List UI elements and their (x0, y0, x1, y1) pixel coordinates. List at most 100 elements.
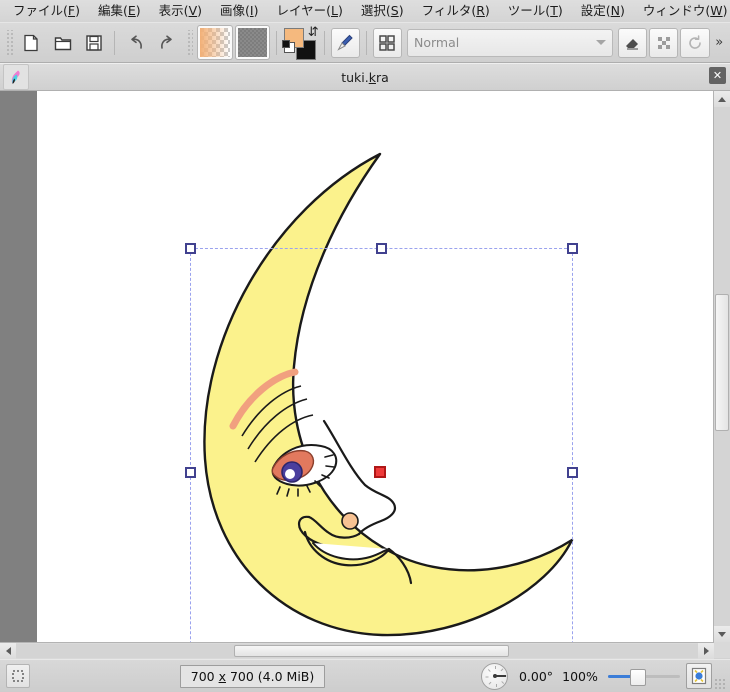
menu-select[interactable]: 選択(S) (352, 1, 413, 22)
scroll-left-button[interactable] (0, 643, 16, 659)
brush-preset-button[interactable] (330, 27, 360, 58)
toolbar-separator-1 (114, 30, 116, 55)
zoom-slider-knob[interactable] (630, 669, 646, 686)
gradient-swatch-button[interactable] (197, 25, 233, 60)
scrollbar-corner (714, 642, 730, 658)
swap-colors-icon[interactable]: ⇵ (308, 26, 319, 39)
menu-bar: ファイル(F) 編集(E) 表示(V) 画像(I) レイヤー(L) 選択(S) … (0, 0, 730, 22)
dial-tick-135 (500, 680, 504, 684)
save-floppy-icon (86, 34, 102, 51)
dial-tick-315 (487, 668, 491, 672)
blending-mode-value: Normal (413, 35, 460, 50)
canvas-horizontal-scrollbar[interactable] (0, 642, 714, 659)
selection-mask-icon (12, 670, 24, 682)
brush-editor-button[interactable] (372, 27, 402, 58)
transform-handle-middle-right[interactable] (567, 467, 578, 478)
toolbar-grip[interactable] (5, 29, 13, 56)
open-folder-icon (54, 36, 71, 50)
transform-pivot-handle[interactable] (374, 466, 386, 478)
toolbar-overflow-button[interactable]: » (711, 35, 728, 50)
menu-file-accel: F (67, 2, 76, 18)
zoom-value-label[interactable]: 100% (558, 669, 602, 684)
menu-filter[interactable]: フィルタ(R) (413, 1, 499, 22)
rotation-value-label[interactable]: 0.00° (514, 669, 558, 684)
foreground-background-color[interactable]: ⇵ (281, 26, 319, 60)
menu-image[interactable]: 画像(I) (211, 1, 267, 22)
new-document-icon (24, 34, 39, 51)
transform-handle-middle-left[interactable] (185, 467, 196, 478)
reset-colors-icon[interactable] (281, 39, 295, 53)
transform-handle-top-center[interactable] (376, 243, 387, 254)
horizontal-scroll-thumb[interactable] (234, 645, 510, 657)
menu-edit[interactable]: 編集(E) (89, 1, 150, 22)
toolbar-grip-2[interactable] (185, 29, 194, 56)
document-title-accel: k (368, 69, 376, 85)
fit-to-view-button[interactable] (686, 663, 712, 689)
save-document-button[interactable] (79, 28, 108, 58)
scroll-down-button[interactable] (714, 626, 730, 642)
selection-edge-left (190, 248, 191, 642)
window-resize-grip[interactable] (714, 678, 726, 690)
redo-arrow-icon (161, 34, 172, 49)
fit-to-view-icon (691, 667, 707, 685)
menu-select-accel: S (390, 2, 399, 18)
menu-view[interactable]: 表示(V) (150, 1, 211, 22)
alpha-lock-icon (657, 36, 670, 49)
menu-window[interactable]: ウィンドウ(W) (634, 1, 730, 22)
menu-filter-accel: R (476, 2, 485, 18)
vertical-scroll-thumb[interactable] (715, 293, 729, 431)
reload-preset-button[interactable] (680, 27, 710, 58)
toolbar-separator-2 (275, 30, 277, 55)
dial-tick-45 (500, 667, 503, 671)
toolbar-separator-4 (365, 30, 367, 55)
dial-hub (492, 674, 497, 678)
toolbar-separator-3 (323, 30, 325, 55)
menu-view-accel: V (188, 2, 198, 18)
vertical-scroll-track[interactable] (714, 107, 730, 626)
menu-layer[interactable]: レイヤー(L) (267, 1, 351, 22)
undo-button[interactable] (121, 28, 150, 58)
document-canvas[interactable] (37, 91, 713, 642)
transform-handle-top-right[interactable] (567, 243, 578, 254)
new-document-button[interactable] (17, 28, 46, 58)
scroll-up-button[interactable] (714, 91, 730, 107)
menu-window-accel: W (710, 2, 723, 18)
scroll-down-arrow-icon (718, 631, 726, 637)
menu-tools[interactable]: ツール(T) (499, 1, 572, 22)
scroll-right-arrow-icon (703, 647, 709, 655)
canvas-rotation-dial[interactable] (481, 662, 508, 690)
krita-logo-button[interactable] (3, 64, 29, 90)
alpha-lock-button[interactable] (649, 27, 679, 58)
selection-mask-button[interactable] (6, 664, 30, 688)
menu-file[interactable]: ファイル(F) (4, 1, 89, 22)
redo-button[interactable] (152, 28, 181, 58)
zoom-slider[interactable] (608, 667, 680, 686)
eraser-mode-button[interactable] (617, 27, 648, 58)
transform-handle-top-left[interactable] (185, 243, 196, 254)
menu-layer-accel: L (331, 2, 338, 18)
selection-edge-right (572, 248, 573, 642)
pattern-swatch-button[interactable] (234, 25, 270, 60)
dial-tick-270 (485, 676, 488, 677)
menu-settings[interactable]: 設定(N) (572, 1, 634, 22)
close-document-button[interactable]: ✕ (709, 67, 726, 84)
horizontal-scroll-track[interactable] (16, 644, 698, 658)
krita-main-window: ファイル(F) 編集(E) 表示(V) 画像(I) レイヤー(L) 選択(S) … (0, 0, 730, 692)
brush-editor-icon (379, 34, 396, 51)
scroll-right-button[interactable] (698, 643, 714, 659)
dial-tick-0 (494, 665, 496, 669)
canvas-area (0, 91, 730, 642)
menu-edit-accel: E (127, 2, 136, 18)
blending-mode-combobox[interactable]: Normal (406, 28, 613, 57)
canvas-vertical-scrollbar[interactable] (713, 91, 730, 642)
chevron-down-icon (595, 40, 606, 45)
menu-settings-accel: N (610, 2, 620, 18)
document-size-accel: x (218, 668, 226, 684)
main-toolbar: ⇵ Normal » (0, 22, 730, 63)
open-document-button[interactable] (48, 28, 77, 58)
document-size-label[interactable]: 700 x 700 (4.0 MiB) (179, 664, 326, 688)
undo-arrow-icon (131, 34, 142, 49)
menu-tools-accel: T (550, 2, 558, 18)
canvas-viewport[interactable] (0, 91, 713, 642)
dial-tick-180 (495, 683, 497, 687)
